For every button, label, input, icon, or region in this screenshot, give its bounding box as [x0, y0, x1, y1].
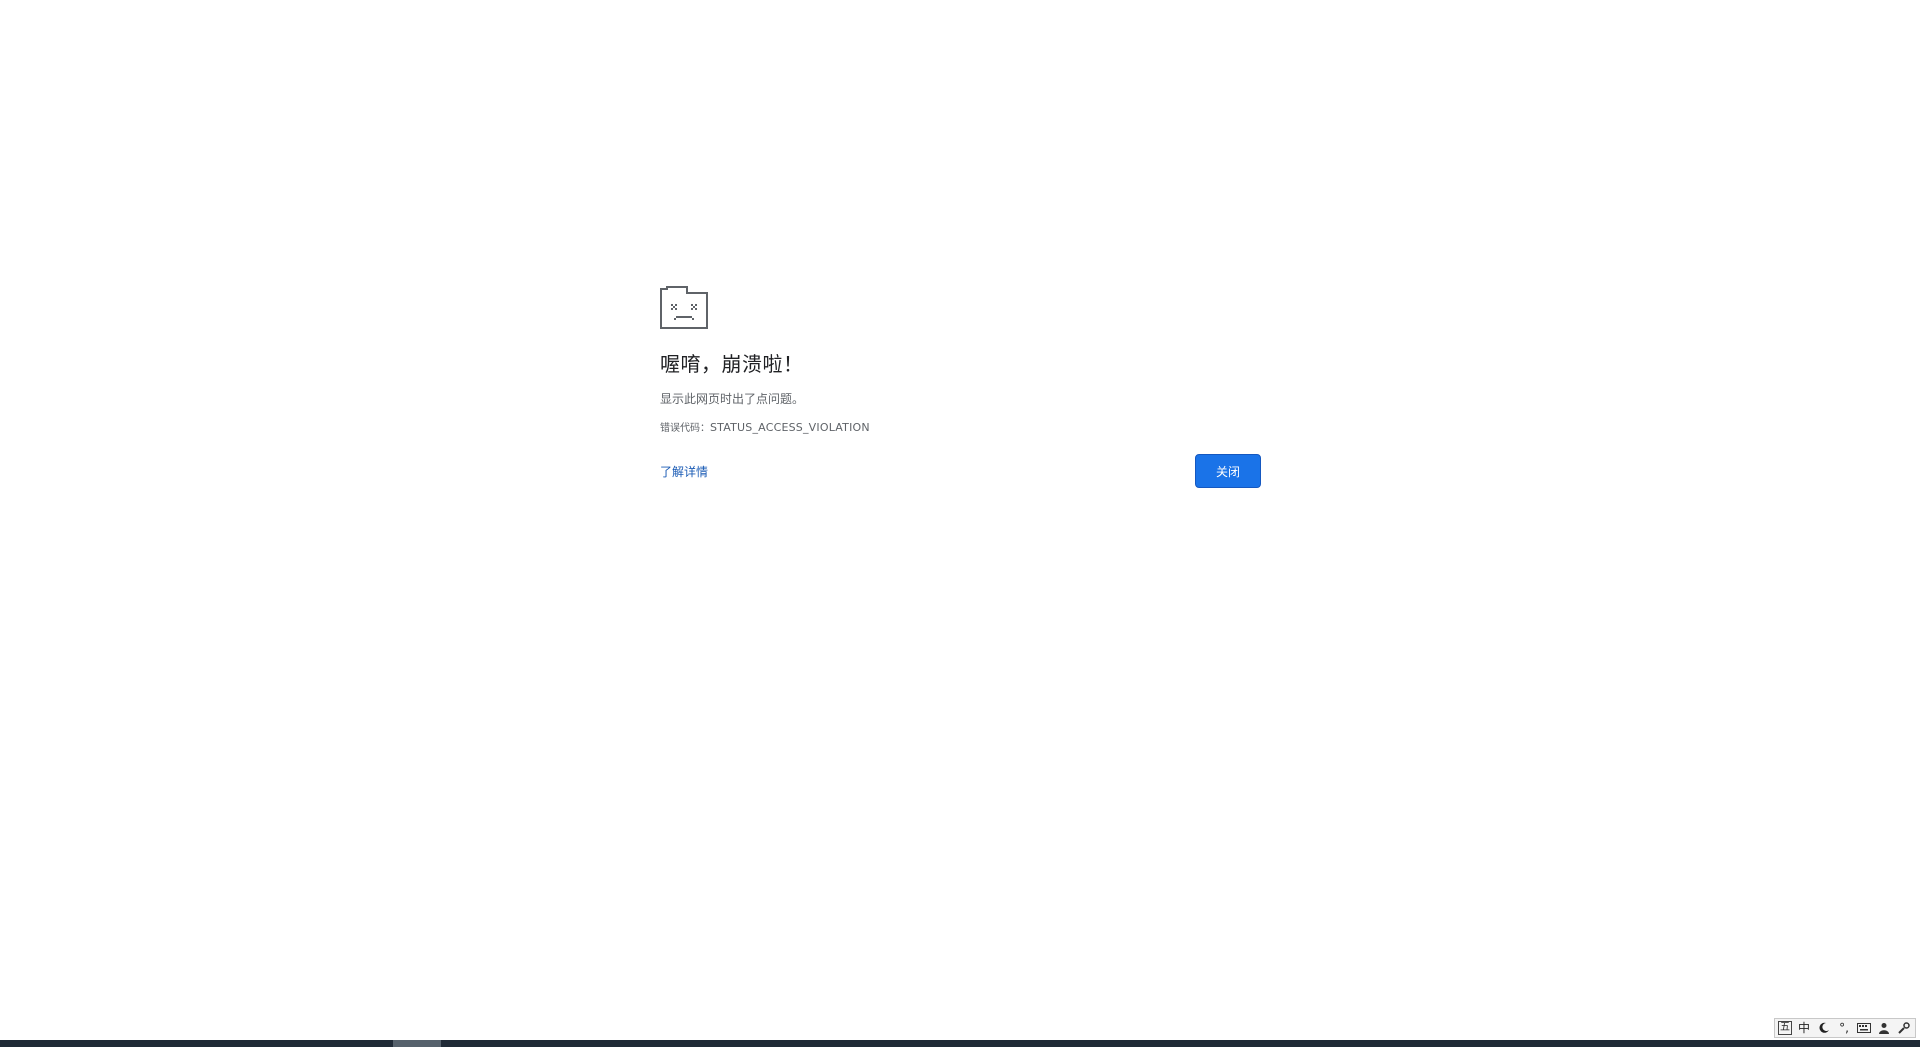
punctuation-icon[interactable]: °,	[1836, 1020, 1852, 1036]
error-code-label: 错误代码：	[660, 423, 710, 434]
error-code: 错误代码：STATUS_ACCESS_VIOLATION	[660, 421, 1261, 436]
error-code-value: STATUS_ACCESS_VIOLATION	[710, 421, 870, 434]
action-row: 了解详情 关闭	[660, 454, 1261, 488]
taskbar-active-item[interactable]	[393, 1040, 441, 1047]
crash-description: 显示此网页时出了点问题。	[660, 392, 805, 406]
keyboard-icon[interactable]	[1856, 1020, 1872, 1036]
taskbar	[0, 1040, 1920, 1047]
browser-page: 喔唷，崩溃啦！ 显示此网页时出了点问题。 错误代码：STATUS_ACCESS_…	[0, 0, 1920, 1047]
close-button[interactable]: 关闭	[1195, 454, 1261, 488]
crash-panel: 喔唷，崩溃啦！ 显示此网页时出了点问题。 错误代码：STATUS_ACCESS_…	[660, 286, 1261, 488]
chinese-mode-toggle[interactable]: 中	[1796, 1020, 1812, 1036]
half-width-moon-icon[interactable]	[1816, 1020, 1832, 1036]
wubi-mode-icon[interactable]: 五	[1778, 1021, 1792, 1035]
crash-title: 喔唷，崩溃啦！	[660, 352, 804, 376]
sad-folder-icon	[660, 286, 708, 329]
ime-toolbar: 五 中 °,	[1774, 1018, 1916, 1038]
user-icon[interactable]	[1876, 1020, 1892, 1036]
learn-more-link[interactable]: 了解详情	[660, 464, 708, 480]
wrench-icon[interactable]	[1896, 1020, 1912, 1036]
